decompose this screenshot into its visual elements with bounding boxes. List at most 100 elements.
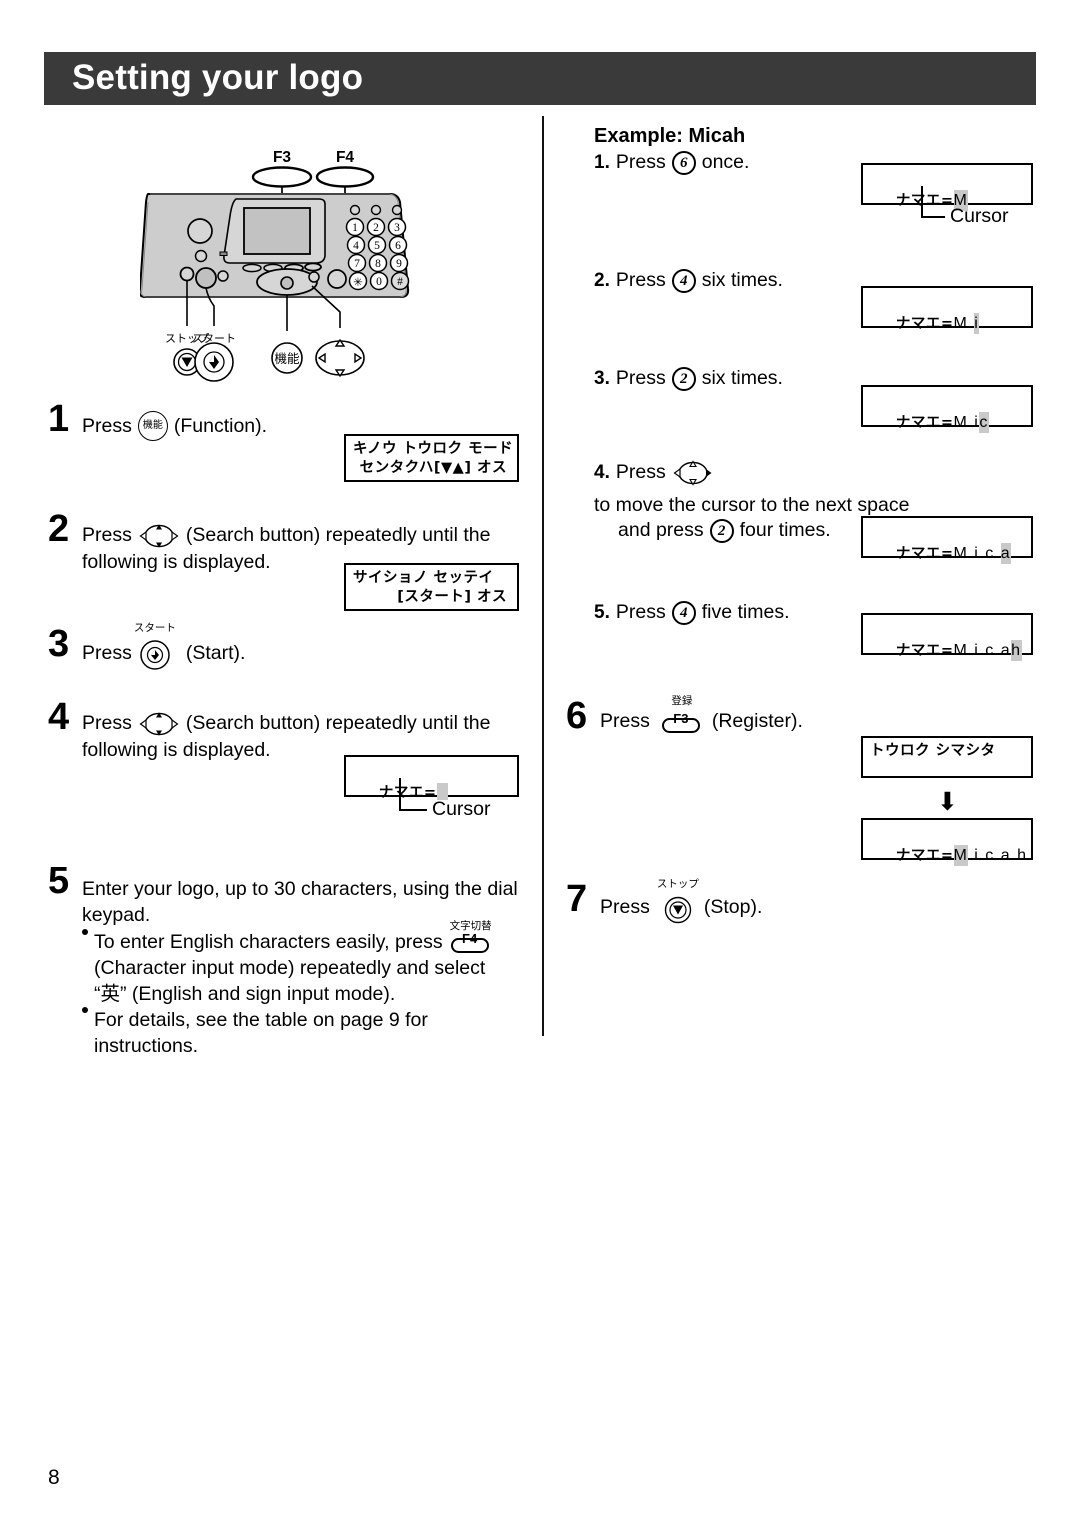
lcd-name-text: M	[953, 315, 975, 332]
right-step-4-post: to move the cursor to the next space	[594, 494, 910, 516]
search-button-icon	[138, 709, 180, 738]
lcd-name-row: ナマエ=M i c a	[870, 522, 1025, 586]
lcd-display-name-empty: ナマエ=	[344, 755, 519, 801]
cursor-leader-horizontal	[921, 216, 945, 218]
start-button-icon: スタート	[134, 623, 176, 670]
page-title: Setting your logo	[72, 58, 364, 97]
lcd-name-row: ナマエ=M ic	[870, 391, 1025, 455]
right-step-6-number: 6	[566, 695, 588, 737]
right-step-4-line2-post: four times.	[739, 519, 831, 541]
left-step-4-number: 4	[48, 696, 70, 738]
cursor-leader-vertical	[399, 778, 401, 811]
bullet-dot-icon	[82, 929, 88, 935]
manual-page: Setting your logo F3 F4 1 2 3 4 5 6 7 8 …	[0, 0, 1080, 1526]
bullet-1-part1: To enter English characters easily, pres…	[94, 931, 443, 953]
lcd-cursor-block: c	[979, 412, 989, 433]
right-step-1-number: 1.	[594, 152, 610, 173]
right-step-2: 2. Press 4 six times.	[594, 268, 783, 293]
svg-text:4: 4	[353, 240, 359, 252]
lcd-line-2: [スタート] オス	[397, 589, 507, 605]
lcd-name-text: M i c a	[953, 642, 1012, 659]
lcd-display-initial-setting: サイショノ セッテイ [スタート] オス	[344, 563, 519, 611]
right-step-5: 5. Press 4 five times.	[594, 600, 790, 625]
svg-text:#: #	[397, 276, 403, 288]
lcd-display-name-Mi: ナマエ=M i	[861, 286, 1033, 334]
column-divider	[542, 116, 544, 1036]
lcd-name-prefix: ナマエ=	[895, 316, 954, 332]
svg-text:6: 6	[395, 240, 401, 252]
right-step-3-pre: Press	[615, 367, 666, 389]
f3-register-key: 登録 F3	[661, 696, 702, 734]
svg-text:3: 3	[394, 222, 400, 234]
left-step-3: 3 Press スタート (Start).	[48, 623, 518, 670]
right-step-3-number: 3.	[594, 368, 610, 389]
right-step-7-post: (Stop).	[703, 895, 763, 918]
lcd-line-1: サイショノ セッテイ	[353, 570, 494, 586]
right-step-7-pre: Press	[600, 895, 650, 918]
f4-key-label: F4	[462, 931, 478, 946]
lcd-display-function-register-mode: キノウ トウロク モード センタクハ[▼▲] オス	[344, 434, 519, 482]
lcd-display-name-Mic: ナマエ=M ic	[861, 385, 1033, 433]
keypad-digit-icon: 4	[671, 268, 696, 293]
example-title: Example: Micah	[594, 125, 746, 147]
lcd-display-name-final: ナマエ=M i c a h	[861, 818, 1033, 866]
left-step-5-number: 5	[48, 860, 70, 902]
right-step-5-post: five times.	[701, 601, 790, 623]
left-step-4-post: (Search button) repeatedly until the	[185, 712, 491, 734]
svg-text:7: 7	[354, 258, 360, 270]
right-step-3: 3. Press 2 six times.	[594, 366, 783, 391]
svg-text:F4: F4	[336, 149, 354, 166]
right-step-4-number: 4.	[594, 462, 610, 483]
lcd-name-text: M i	[953, 414, 980, 431]
lcd-name-prefix: ナマエ=	[895, 193, 954, 209]
keypad-digit-icon: 2	[671, 366, 696, 391]
fax-machine-illustration: F3 F4 1 2 3 4 5 6 7 8 9 ✳ 0 # ストップ スタート …	[138, 146, 520, 396]
right-step-2-post: six times.	[701, 269, 783, 291]
left-step-3-pre: Press	[82, 641, 132, 664]
keypad-digit-icon: 2	[709, 518, 734, 543]
svg-text:F3: F3	[273, 149, 291, 166]
lcd-name-prefix: ナマエ=	[895, 546, 954, 562]
cursor-leader-horizontal	[399, 809, 427, 811]
right-step-2-number: 2.	[594, 270, 610, 291]
f3-key-label: F3	[673, 711, 689, 726]
lcd-line-1: トウロク シマシタ	[870, 743, 996, 759]
bullet-1-part2: (Character input mode) repeatedly and se…	[94, 957, 486, 979]
f4-key-oval: F4	[450, 931, 489, 953]
right-step-6: 6 Press 登録 F3 (Register).	[566, 695, 966, 737]
left-step-1-pre: Press	[82, 414, 132, 437]
keypad-digit-icon: 6	[671, 150, 696, 175]
lcd-name-prefix: ナマエ=	[895, 643, 954, 659]
lcd-line-1: キノウ トウロク モード	[353, 441, 514, 457]
page-number: 8	[48, 1466, 60, 1489]
function-button-icon: 機能	[137, 411, 168, 441]
bullet-1-part3: “英” (English and sign input mode).	[94, 983, 396, 1005]
left-step-2-pre: Press	[82, 524, 132, 546]
svg-text:機能: 機能	[274, 351, 300, 366]
svg-text:0: 0	[376, 276, 382, 288]
right-step-7-number: 7	[566, 878, 588, 920]
left-step-2-post: (Search button) repeatedly until the	[185, 524, 491, 546]
svg-text:5: 5	[374, 240, 380, 252]
lcd-display-name-Mica: ナマエ=M i c a	[861, 516, 1033, 564]
keypad-digit-icon: 4	[671, 600, 696, 625]
right-step-4-line2-pre: and press	[618, 519, 704, 541]
lcd-line-2: センタクハ[▼▲] オス	[359, 460, 507, 476]
lcd-name-row: ナマエ=M i	[870, 292, 1025, 356]
right-step-1-post: once.	[701, 151, 750, 173]
right-step-7: 7 Press ストップ (Stop).	[566, 878, 966, 924]
left-step-2-number: 2	[48, 508, 70, 550]
right-step-5-number: 5.	[594, 602, 610, 623]
lcd-display-name-M: ナマエ=M	[861, 163, 1033, 211]
left-step-3-number: 3	[48, 623, 70, 665]
right-step-1: 1. Press 6 once.	[594, 150, 749, 175]
stop-button-jp-label: ストップ	[656, 878, 699, 890]
left-step-5-bullet-1: To enter English characters easily, pres…	[82, 921, 528, 1007]
lcd-cursor-block: h	[1011, 640, 1022, 661]
left-step-5-bullet-2: For details, see the table on page 9 for…	[82, 1007, 528, 1059]
bullet-dot-icon	[82, 1007, 88, 1013]
cursor-leader-vertical	[921, 186, 923, 218]
lcd-name-row: ナマエ=M i c a h	[870, 824, 1026, 888]
search-button-icon	[672, 458, 714, 487]
svg-text:✳: ✳	[353, 277, 363, 289]
